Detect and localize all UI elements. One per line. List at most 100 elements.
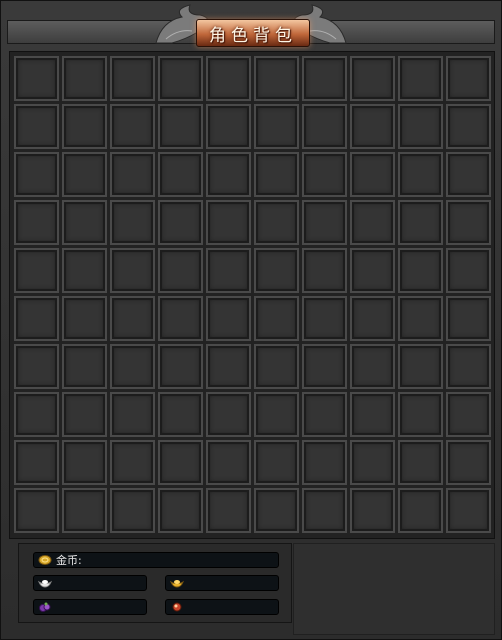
inventory-slot[interactable] xyxy=(254,152,299,197)
inventory-slot[interactable] xyxy=(62,56,107,101)
inventory-slot[interactable] xyxy=(254,440,299,485)
inventory-slot[interactable] xyxy=(110,440,155,485)
inventory-slot[interactable] xyxy=(302,200,347,245)
inventory-slot[interactable] xyxy=(14,248,59,293)
inventory-slot[interactable] xyxy=(350,440,395,485)
inventory-slot[interactable] xyxy=(14,104,59,149)
inventory-slot[interactable] xyxy=(254,344,299,389)
inventory-slot[interactable] xyxy=(254,248,299,293)
inventory-slot[interactable] xyxy=(254,104,299,149)
inventory-slot[interactable] xyxy=(206,200,251,245)
inventory-slot[interactable] xyxy=(350,200,395,245)
inventory-slot[interactable] xyxy=(446,440,491,485)
inventory-slot[interactable] xyxy=(206,248,251,293)
inventory-slot[interactable] xyxy=(446,104,491,149)
inventory-slot[interactable] xyxy=(158,488,203,533)
inventory-slot[interactable] xyxy=(14,440,59,485)
inventory-slot[interactable] xyxy=(62,152,107,197)
inventory-slot[interactable] xyxy=(446,152,491,197)
inventory-slot[interactable] xyxy=(110,200,155,245)
inventory-slot[interactable] xyxy=(158,440,203,485)
inventory-slot[interactable] xyxy=(62,344,107,389)
inventory-slot[interactable] xyxy=(62,488,107,533)
inventory-slot[interactable] xyxy=(14,488,59,533)
inventory-slot[interactable] xyxy=(110,392,155,437)
inventory-slot[interactable] xyxy=(62,296,107,341)
inventory-slot[interactable] xyxy=(62,104,107,149)
inventory-slot[interactable] xyxy=(350,344,395,389)
inventory-slot[interactable] xyxy=(446,488,491,533)
inventory-slot[interactable] xyxy=(158,56,203,101)
inventory-slot[interactable] xyxy=(350,104,395,149)
inventory-slot[interactable] xyxy=(446,248,491,293)
inventory-slot[interactable] xyxy=(158,296,203,341)
inventory-slot[interactable] xyxy=(62,392,107,437)
inventory-slot[interactable] xyxy=(398,200,443,245)
inventory-slot[interactable] xyxy=(446,392,491,437)
inventory-slot[interactable] xyxy=(302,296,347,341)
inventory-slot[interactable] xyxy=(14,344,59,389)
inventory-slot[interactable] xyxy=(158,104,203,149)
inventory-slot[interactable] xyxy=(302,488,347,533)
inventory-slot[interactable] xyxy=(158,152,203,197)
inventory-slot[interactable] xyxy=(14,56,59,101)
inventory-slot[interactable] xyxy=(302,392,347,437)
inventory-slot[interactable] xyxy=(350,248,395,293)
inventory-slot[interactable] xyxy=(206,488,251,533)
inventory-slot[interactable] xyxy=(62,200,107,245)
inventory-slot[interactable] xyxy=(110,296,155,341)
inventory-slot[interactable] xyxy=(110,248,155,293)
inventory-slot[interactable] xyxy=(158,200,203,245)
inventory-slot[interactable] xyxy=(206,152,251,197)
inventory-slot[interactable] xyxy=(62,440,107,485)
inventory-slot[interactable] xyxy=(14,296,59,341)
inventory-slot[interactable] xyxy=(206,344,251,389)
inventory-slot[interactable] xyxy=(398,440,443,485)
inventory-slot[interactable] xyxy=(158,344,203,389)
inventory-slot[interactable] xyxy=(110,488,155,533)
inventory-slot[interactable] xyxy=(398,104,443,149)
inventory-slot[interactable] xyxy=(446,200,491,245)
inventory-slot[interactable] xyxy=(302,152,347,197)
inventory-slot[interactable] xyxy=(14,152,59,197)
inventory-slot[interactable] xyxy=(350,392,395,437)
inventory-slot[interactable] xyxy=(398,56,443,101)
inventory-slot[interactable] xyxy=(446,344,491,389)
inventory-slot[interactable] xyxy=(398,296,443,341)
inventory-slot[interactable] xyxy=(302,104,347,149)
inventory-slot[interactable] xyxy=(254,392,299,437)
inventory-slot[interactable] xyxy=(398,488,443,533)
inventory-slot[interactable] xyxy=(254,296,299,341)
inventory-slot[interactable] xyxy=(398,344,443,389)
inventory-slot[interactable] xyxy=(446,56,491,101)
inventory-slot[interactable] xyxy=(446,296,491,341)
inventory-slot[interactable] xyxy=(110,344,155,389)
inventory-slot[interactable] xyxy=(398,392,443,437)
inventory-slot[interactable] xyxy=(206,56,251,101)
inventory-slot[interactable] xyxy=(350,56,395,101)
inventory-slot[interactable] xyxy=(398,152,443,197)
inventory-slot[interactable] xyxy=(206,392,251,437)
inventory-slot[interactable] xyxy=(62,248,107,293)
inventory-slot[interactable] xyxy=(398,248,443,293)
inventory-slot[interactable] xyxy=(110,104,155,149)
inventory-slot[interactable] xyxy=(254,488,299,533)
inventory-slot[interactable] xyxy=(254,56,299,101)
inventory-slot[interactable] xyxy=(14,200,59,245)
inventory-slot[interactable] xyxy=(158,248,203,293)
inventory-slot[interactable] xyxy=(206,296,251,341)
inventory-slot[interactable] xyxy=(254,200,299,245)
inventory-slot[interactable] xyxy=(350,152,395,197)
inventory-slot[interactable] xyxy=(110,56,155,101)
inventory-slot[interactable] xyxy=(350,296,395,341)
inventory-slot[interactable] xyxy=(302,248,347,293)
inventory-slot[interactable] xyxy=(206,440,251,485)
inventory-slot[interactable] xyxy=(14,392,59,437)
inventory-slot[interactable] xyxy=(302,344,347,389)
inventory-slot[interactable] xyxy=(158,392,203,437)
inventory-slot[interactable] xyxy=(110,152,155,197)
inventory-slot[interactable] xyxy=(206,104,251,149)
inventory-slot[interactable] xyxy=(350,488,395,533)
inventory-slot[interactable] xyxy=(302,440,347,485)
inventory-slot[interactable] xyxy=(302,56,347,101)
